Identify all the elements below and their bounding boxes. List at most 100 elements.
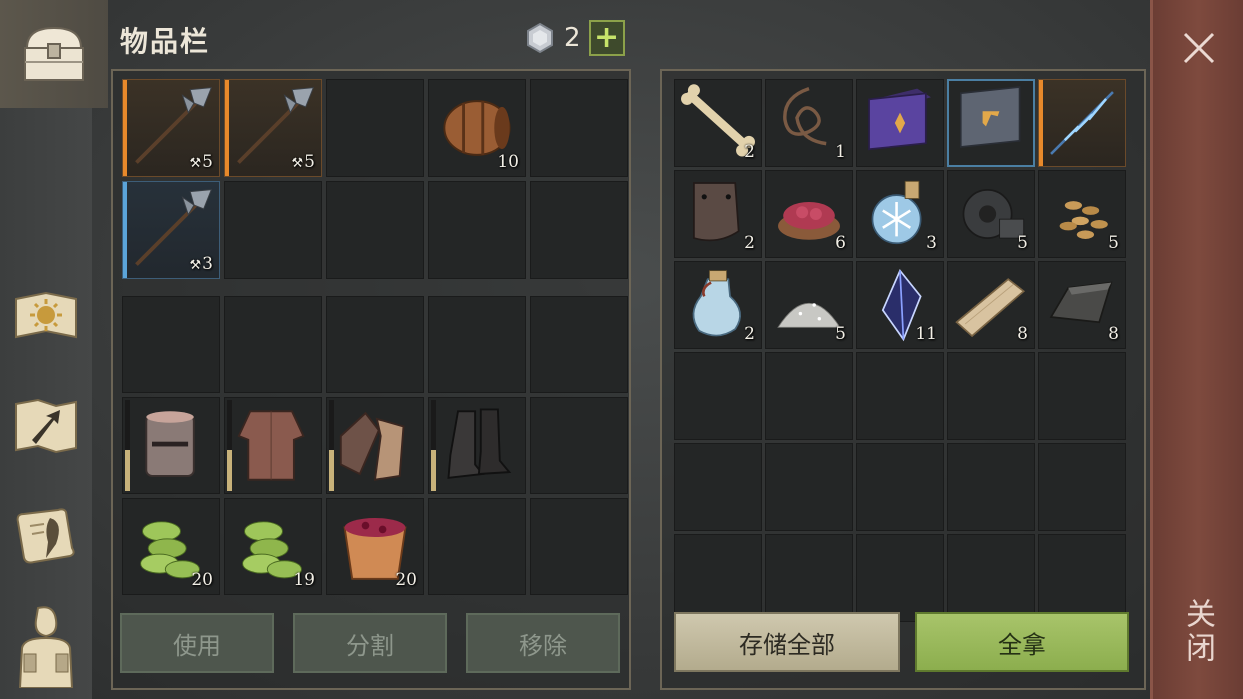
item-slot[interactable]: ⚒5 — [122, 79, 220, 177]
character-icon — [18, 606, 74, 688]
item-slot[interactable]: 2 — [674, 261, 762, 349]
empty-slot[interactable] — [428, 181, 526, 279]
empty-slot[interactable] — [224, 181, 322, 279]
tab-inventory[interactable] — [0, 0, 108, 108]
item-slot[interactable]: 8 — [947, 261, 1035, 349]
item-slot[interactable]: 3 — [856, 170, 944, 258]
item-slot[interactable]: 10 — [428, 79, 526, 177]
item-slot[interactable]: 5 — [765, 261, 853, 349]
empty-slot[interactable] — [856, 534, 944, 622]
lightning-spear-icon — [1050, 91, 1114, 155]
empty-slot[interactable] — [530, 79, 628, 177]
sun-book-icon — [15, 291, 77, 339]
item-quantity: 8 — [1017, 324, 1028, 344]
empty-slot[interactable] — [674, 534, 762, 622]
item-slot[interactable]: 2 — [674, 170, 762, 258]
item-slot[interactable]: 2 — [674, 79, 762, 167]
item-slot[interactable]: 19 — [224, 498, 322, 595]
item-slot[interactable]: 20 — [122, 498, 220, 595]
empty-slot[interactable] — [1038, 352, 1126, 440]
quantity-value: 5 — [1108, 233, 1119, 253]
knight-helmet-icon — [145, 411, 195, 477]
tab-character[interactable] — [6, 606, 86, 688]
chainmail-gloves-icon — [339, 411, 405, 481]
item-quantity: 2 — [744, 142, 755, 162]
quantity-value: 8 — [1017, 324, 1028, 344]
quantity-value: 2 — [744, 324, 755, 344]
item-quantity: 6 — [835, 233, 846, 253]
item-slot[interactable]: 8 — [1038, 261, 1126, 349]
empty-slot[interactable] — [765, 534, 853, 622]
item-slot[interactable]: ⚒3 — [122, 181, 220, 279]
take-all-button[interactable]: 全拿 — [915, 612, 1129, 672]
quantity-value: 5 — [1017, 233, 1028, 253]
split-button[interactable]: 分割 — [293, 613, 447, 673]
chainmail-shirt-icon — [237, 410, 305, 481]
empty-slot[interactable] — [1038, 534, 1126, 622]
weapon-grid: ⚒5 ⚒5 10 ⚒3 — [122, 79, 628, 279]
map-arrow-icon — [15, 398, 77, 454]
empty-slot[interactable] — [674, 352, 762, 440]
item-slot[interactable] — [428, 397, 526, 494]
empty-slot[interactable] — [947, 352, 1035, 440]
item-quantity: ⚒3 — [190, 254, 213, 274]
empty-slot[interactable] — [765, 352, 853, 440]
close-icon[interactable] — [1181, 30, 1217, 66]
item-slot[interactable] — [947, 79, 1035, 167]
item-slot[interactable]: 1 — [765, 79, 853, 167]
close-panel[interactable]: 关闭 — [1150, 0, 1243, 699]
item-slot[interactable]: 5 — [1038, 170, 1126, 258]
item-slot[interactable]: 20 — [326, 498, 424, 595]
tab-map[interactable] — [6, 386, 86, 466]
item-slot[interactable]: 6 — [765, 170, 853, 258]
chest-icon — [24, 26, 84, 81]
empty-slot[interactable] — [530, 296, 628, 393]
item-slot[interactable] — [224, 397, 322, 494]
empty-slot[interactable] — [224, 296, 322, 393]
iron-boots-icon — [447, 408, 512, 479]
item-quantity: 20 — [395, 570, 417, 590]
close-label[interactable]: 关闭 — [1179, 598, 1219, 666]
item-slot[interactable] — [1038, 79, 1126, 167]
item-slot[interactable] — [122, 397, 220, 494]
empty-slot[interactable] — [530, 181, 628, 279]
item-slot[interactable] — [326, 397, 424, 494]
empty-slot[interactable] — [326, 296, 424, 393]
item-quantity: 5 — [835, 324, 846, 344]
durability-bar — [227, 400, 232, 491]
empty-slot[interactable] — [947, 443, 1035, 531]
silver-coin-icon — [527, 22, 553, 54]
quantity-value: 2 — [744, 142, 755, 162]
empty-slot[interactable] — [428, 498, 526, 595]
currency-count: 2 — [564, 23, 581, 53]
empty-slot[interactable] — [947, 534, 1035, 622]
store-all-button[interactable]: 存储全部 — [674, 612, 900, 672]
empty-slot[interactable] — [428, 296, 526, 393]
scroll-quill-icon — [16, 508, 75, 564]
tab-skills[interactable] — [6, 275, 86, 355]
quantity-value: 5 — [202, 152, 213, 172]
empty-slot[interactable] — [856, 443, 944, 531]
empty-slot[interactable] — [856, 352, 944, 440]
empty-slot[interactable] — [122, 296, 220, 393]
item-slot[interactable]: ⚒5 — [224, 79, 322, 177]
item-quantity: 8 — [1108, 324, 1119, 344]
item-slot[interactable]: 11 — [856, 261, 944, 349]
empty-slot[interactable] — [530, 397, 628, 494]
empty-slot[interactable] — [326, 181, 424, 279]
tab-quests[interactable] — [6, 496, 86, 576]
pickaxe-icon: ⚒ — [189, 156, 202, 171]
item-quantity: 11 — [915, 324, 937, 344]
empty-slot[interactable] — [326, 79, 424, 177]
quantity-value: 1 — [835, 142, 846, 162]
empty-slot[interactable] — [674, 443, 762, 531]
item-slot[interactable] — [856, 79, 944, 167]
empty-slot[interactable] — [765, 443, 853, 531]
empty-slot[interactable] — [1038, 443, 1126, 531]
empty-slot[interactable] — [530, 498, 628, 595]
item-slot[interactable]: 5 — [947, 170, 1035, 258]
remove-button[interactable]: 移除 — [466, 613, 620, 673]
add-currency-button[interactable]: + — [588, 20, 625, 56]
page-title: 物品栏 — [120, 25, 211, 58]
use-button[interactable]: 使用 — [120, 613, 274, 673]
